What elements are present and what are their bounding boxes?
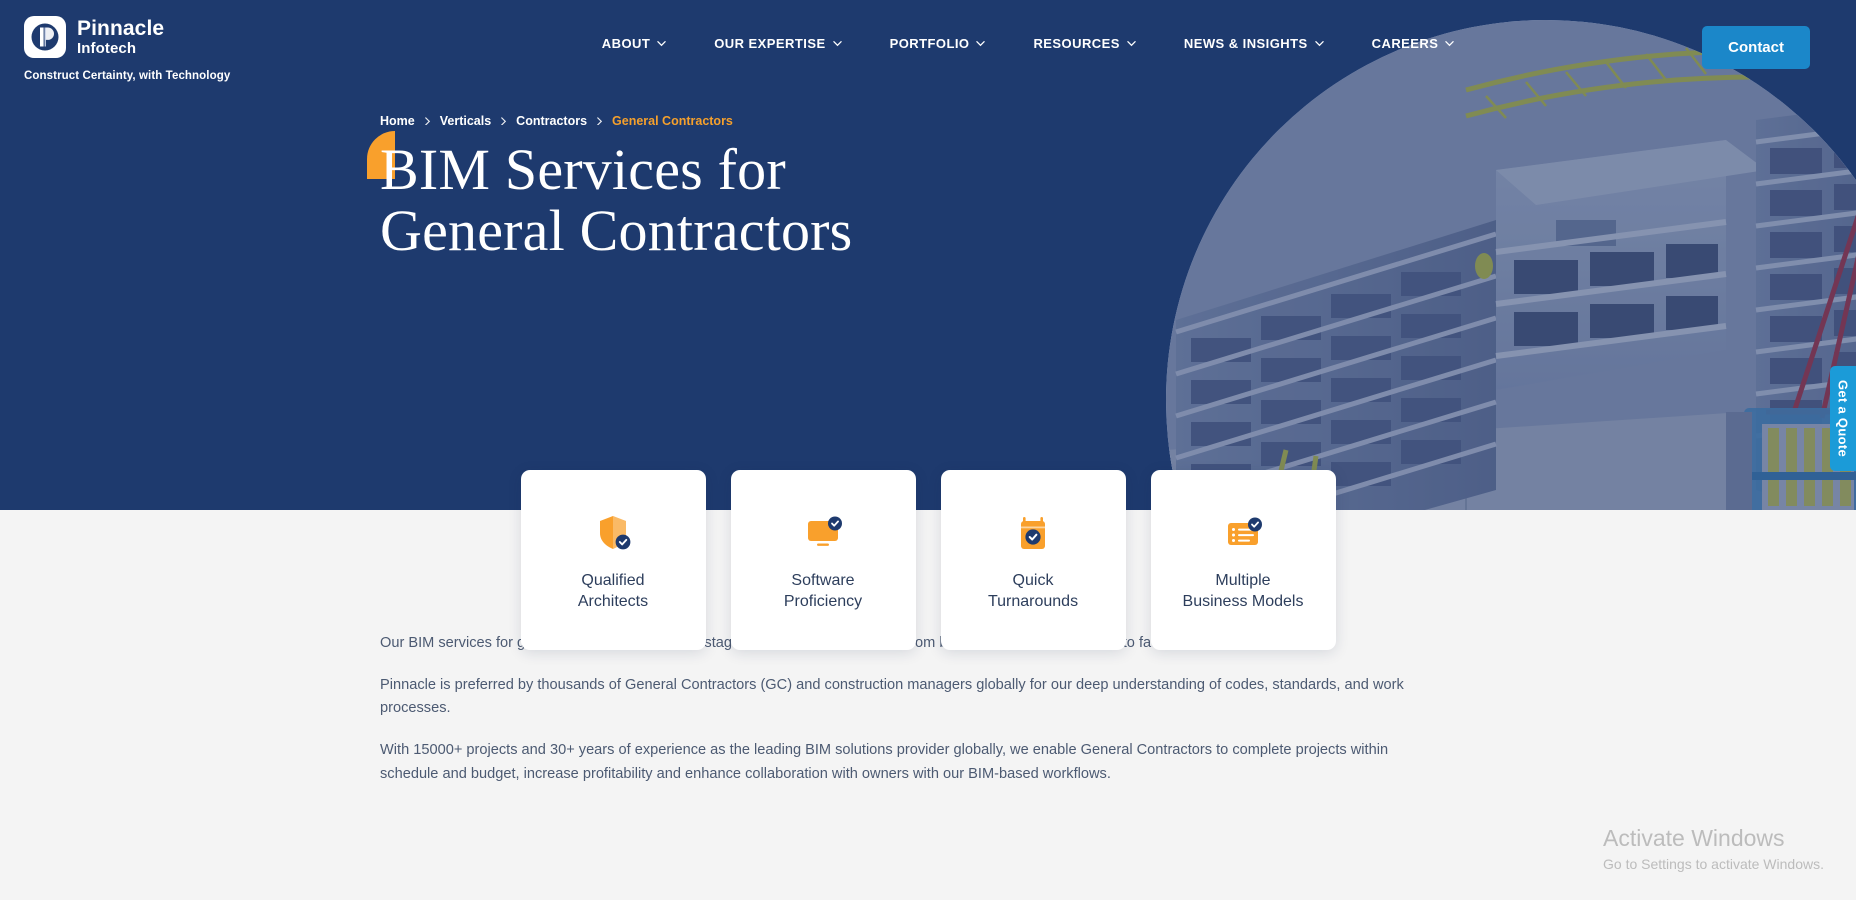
hero-section: Pinnacle Infotech Construct Certainty, w… bbox=[0, 0, 1856, 510]
feature-card-quick-turnarounds[interactable]: Quick Turnarounds bbox=[940, 470, 1126, 650]
feature-card-label: Multiple Business Models bbox=[1175, 570, 1312, 612]
shield-check-icon bbox=[592, 512, 634, 554]
nav-item-careers[interactable]: CAREERS bbox=[1348, 28, 1479, 59]
site-header: Pinnacle Infotech Construct Certainty, w… bbox=[0, 0, 1856, 88]
breadcrumb-item-verticals[interactable]: Verticals bbox=[440, 114, 491, 128]
nav-label: NEWS & INSIGHTS bbox=[1183, 36, 1308, 51]
list-check-icon bbox=[1222, 512, 1264, 554]
brand-logo[interactable]: Pinnacle Infotech Construct Certainty, w… bbox=[24, 16, 354, 82]
chevron-down-icon bbox=[1445, 39, 1455, 48]
feature-card-label: Quick Turnarounds bbox=[980, 570, 1086, 612]
contact-button[interactable]: Contact bbox=[1702, 26, 1810, 69]
nav-item-about[interactable]: ABOUT bbox=[578, 28, 690, 59]
feature-card-software-proficiency[interactable]: Software Proficiency bbox=[730, 470, 916, 650]
feature-card-multiple-business-models[interactable]: Multiple Business Models bbox=[1150, 470, 1336, 650]
nav-item-our-expertise[interactable]: OUR EXPERTISE bbox=[690, 28, 865, 59]
intro-paragraph-3: With 15000+ projects and 30+ years of ex… bbox=[380, 741, 1389, 782]
hero-image-tint bbox=[1166, 20, 1856, 510]
chevron-right-icon bbox=[424, 116, 431, 126]
nav-item-resources[interactable]: RESOURCES bbox=[1009, 28, 1159, 59]
page-title-line2: General Contractors bbox=[380, 197, 853, 263]
breadcrumb-item-home[interactable]: Home bbox=[380, 114, 415, 128]
chevron-down-icon bbox=[1314, 39, 1324, 48]
feature-label-line2: Architects bbox=[577, 593, 649, 611]
feature-card-label: Software Proficiency bbox=[776, 570, 870, 612]
get-a-quote-tab[interactable]: Get a Quote bbox=[1830, 366, 1856, 471]
watermark-title: Activate Windows bbox=[1603, 825, 1785, 852]
feature-label-line2: Proficiency bbox=[783, 593, 863, 611]
feature-cards: Qualified Architects Software Proficienc… bbox=[0, 470, 1856, 650]
activate-windows-watermark: Activate Windows Go to Settings to activ… bbox=[1603, 825, 1824, 872]
hero-bim-image bbox=[1166, 20, 1856, 510]
feature-label-line1: Quick bbox=[1012, 572, 1054, 589]
breadcrumb-item-general-contractors: General Contractors bbox=[612, 114, 733, 128]
chevron-down-icon bbox=[976, 39, 986, 48]
chevron-down-icon bbox=[1127, 39, 1136, 48]
main-navigation: ABOUT OUR EXPERTISE PORTFOLIO RESOURCES bbox=[354, 16, 1702, 59]
chevron-down-icon bbox=[657, 39, 666, 48]
nav-label: CAREERS bbox=[1371, 36, 1439, 51]
feature-label-line1: Multiple bbox=[1215, 572, 1271, 589]
intro-content: Our BIM services for general contractors… bbox=[0, 632, 1460, 786]
chevron-right-icon bbox=[500, 116, 507, 126]
pinnacle-p-logo-icon bbox=[24, 16, 66, 58]
intro-paragraph-2: Pinnacle is preferred by thousands of Ge… bbox=[380, 676, 1404, 717]
monitor-check-icon bbox=[802, 512, 844, 554]
page-title: BIM Services for General Contractors bbox=[367, 131, 1856, 263]
watermark-subtitle: Go to Settings to activate Windows. bbox=[1603, 856, 1824, 872]
breadcrumb-item-contractors[interactable]: Contractors bbox=[516, 114, 587, 128]
brand-tagline: Construct Certainty, with Technology bbox=[24, 70, 231, 82]
chevron-right-icon bbox=[596, 116, 603, 126]
nav-label: OUR EXPERTISE bbox=[714, 36, 826, 51]
nav-item-news-and-insights[interactable]: NEWS & INSIGHTS bbox=[1160, 28, 1348, 59]
feature-card-label: Qualified Architects bbox=[570, 570, 656, 612]
feature-label-line1: Qualified bbox=[581, 572, 645, 589]
get-a-quote-label: Get a Quote bbox=[1835, 380, 1851, 457]
breadcrumb: Home Verticals Contractors General Contr… bbox=[380, 114, 1856, 128]
brand-name-line2: Infotech bbox=[77, 40, 137, 57]
feature-label-line2: Turnarounds bbox=[987, 593, 1079, 611]
hero-content: Home Verticals Contractors General Contr… bbox=[0, 114, 1856, 262]
feature-label-line2: Business Models bbox=[1182, 593, 1304, 611]
nav-label: ABOUT bbox=[601, 36, 651, 51]
page-title-line1: BIM Services for bbox=[380, 137, 786, 202]
brand-name-line1: Pinnacle bbox=[77, 17, 165, 40]
nav-label: RESOURCES bbox=[1033, 36, 1120, 51]
nav-label: PORTFOLIO bbox=[889, 36, 970, 51]
chevron-down-icon bbox=[832, 39, 842, 48]
feature-label-line1: Software bbox=[791, 572, 855, 589]
calendar-check-icon bbox=[1012, 512, 1054, 554]
nav-item-portfolio[interactable]: PORTFOLIO bbox=[866, 28, 1010, 59]
feature-card-qualified-architects[interactable]: Qualified Architects bbox=[520, 470, 706, 650]
